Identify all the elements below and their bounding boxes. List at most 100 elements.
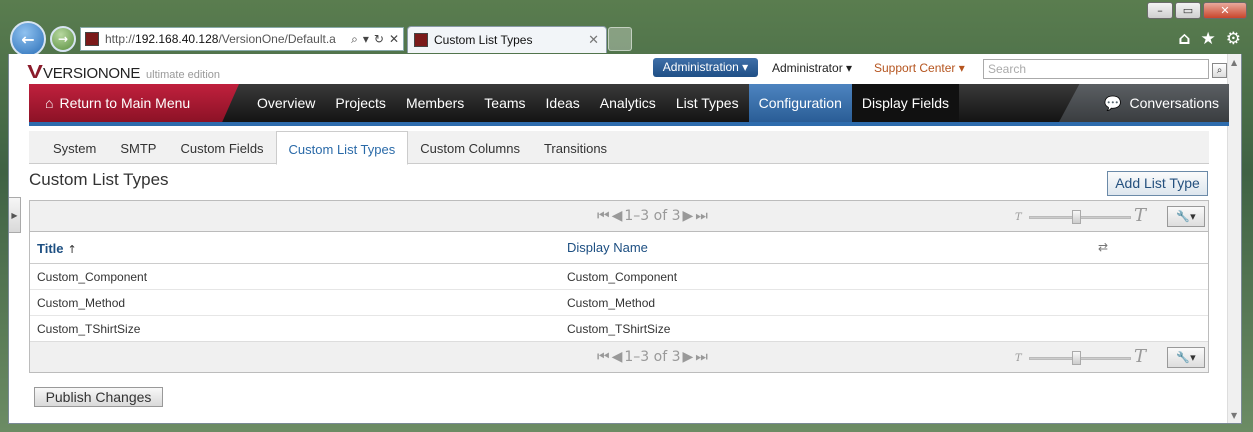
user-menu[interactable]: Administrator ▾ — [772, 61, 852, 75]
nav-list-types[interactable]: List Types — [666, 84, 749, 122]
add-list-type-button[interactable]: Add List Type — [1107, 171, 1208, 196]
text-size-large-icon: T — [1134, 205, 1147, 226]
home-icon: ⌂ — [45, 95, 54, 111]
close-window-button[interactable]: ✕ — [1203, 2, 1247, 19]
table-row[interactable]: Custom_TShirtSize Custom_TShirtSize — [30, 316, 1208, 342]
back-arrow-icon: ← — [21, 29, 35, 49]
refresh-icon[interactable]: ↻ — [374, 32, 384, 47]
grid-tools-dropdown[interactable]: 🔧▾ — [1167, 206, 1205, 227]
tab-custom-columns[interactable]: Custom Columns — [408, 131, 532, 163]
site-favicon-icon — [85, 32, 99, 46]
nav-members[interactable]: Members — [396, 84, 474, 122]
tab-smtp[interactable]: SMTP — [108, 131, 168, 163]
web-page: ▶ ▲ ▼ V VERSIONONE ultimate edition Admi… — [8, 54, 1242, 424]
next-page-icon[interactable]: ▶ — [683, 208, 694, 224]
browser-tab[interactable]: Custom List Types ✕ — [407, 26, 607, 53]
administration-button[interactable]: Administration ▾ — [653, 58, 758, 77]
nav-configuration[interactable]: Configuration — [748, 84, 852, 122]
new-tab-button[interactable] — [608, 27, 632, 51]
support-center-menu[interactable]: Support Center ▾ — [874, 61, 965, 75]
sort-ascending-icon: ↑ — [67, 243, 77, 256]
browser-window: – ▭ ✕ ← → http://192.168.40.128/VersionO… — [0, 0, 1253, 432]
publish-changes-button[interactable]: Publish Changes — [34, 387, 163, 407]
scrollbar[interactable]: ▲ ▼ — [1227, 54, 1241, 423]
tab-custom-fields[interactable]: Custom Fields — [168, 131, 275, 163]
tab-favicon-icon — [414, 33, 428, 47]
table-row[interactable]: Custom_Component Custom_Component — [30, 264, 1208, 290]
grid-tools-dropdown[interactable]: 🔧▾ — [1167, 347, 1205, 368]
back-button[interactable]: ← — [10, 21, 46, 57]
home-icon[interactable]: ⌂ — [1178, 29, 1190, 49]
pager-text: 1–3 of 3 — [624, 208, 681, 224]
prev-page-icon[interactable]: ◀ — [612, 349, 623, 365]
first-page-icon[interactable]: ⏮ — [597, 208, 610, 224]
window-controls: – ▭ ✕ — [1147, 2, 1247, 19]
search-icon[interactable]: ⌕ — [351, 32, 358, 47]
forward-button[interactable]: → — [50, 26, 76, 52]
prev-page-icon[interactable]: ◀ — [612, 208, 623, 224]
wrench-icon: 🔧▾ — [1176, 210, 1196, 223]
config-subnav: System SMTP Custom Fields Custom List Ty… — [29, 131, 1209, 165]
tab-system[interactable]: System — [29, 131, 108, 163]
text-size-small-icon: T — [1015, 353, 1022, 364]
column-chooser-icon[interactable]: ⇄ — [1098, 240, 1108, 254]
tab-title: Custom List Types — [434, 33, 533, 47]
minimize-button[interactable]: – — [1147, 2, 1173, 19]
nav-accent-strip — [29, 122, 1229, 126]
scroll-up-icon[interactable]: ▲ — [1231, 58, 1237, 67]
search-button[interactable]: ⌕ — [1212, 63, 1227, 78]
text-size-small-icon: T — [1015, 212, 1022, 223]
cell-title: Custom_Component — [37, 270, 148, 284]
stop-icon[interactable]: ✕ — [389, 32, 399, 47]
address-bar[interactable]: http://192.168.40.128/VersionOne/Default… — [80, 27, 404, 51]
column-display-name[interactable]: Display Name — [567, 240, 648, 255]
browser-tools: ⌂ ★ ⚙ — [1178, 29, 1241, 49]
last-page-icon[interactable]: ⏭ — [695, 208, 708, 224]
slider-handle[interactable] — [1072, 351, 1081, 365]
pager-top: ⏮ ◀ 1–3 of 3 ▶ ⏭ T T 🔧▾ — [30, 201, 1208, 232]
cell-display-name: Custom_Method — [567, 296, 656, 310]
nav-teams[interactable]: Teams — [474, 84, 535, 122]
slider-handle[interactable] — [1072, 210, 1081, 224]
pager-bottom: ⏮ ◀ 1–3 of 3 ▶ ⏭ T T 🔧▾ — [30, 341, 1208, 372]
nav-overview[interactable]: Overview — [247, 84, 325, 122]
nav-analytics[interactable]: Analytics — [590, 84, 666, 122]
app-topbar: V VERSIONONE ultimate edition Administra… — [9, 54, 1229, 84]
next-page-icon[interactable]: ▶ — [683, 349, 694, 365]
chevron-right-icon: ▶ — [11, 210, 18, 220]
tab-transitions[interactable]: Transitions — [532, 131, 619, 163]
page-title: Custom List Types — [29, 170, 169, 189]
nav-ideas[interactable]: Ideas — [536, 84, 590, 122]
scroll-down-icon[interactable]: ▼ — [1231, 411, 1237, 420]
chat-bubbles-icon: 💬 — [1104, 94, 1122, 111]
nav-display-fields[interactable]: Display Fields — [851, 84, 960, 122]
first-page-icon[interactable]: ⏮ — [597, 349, 610, 365]
table-row[interactable]: Custom_Method Custom_Method — [30, 290, 1208, 316]
column-title[interactable]: Title ↑ — [37, 241, 77, 256]
pager-text: 1–3 of 3 — [624, 349, 681, 365]
tab-close-icon[interactable]: ✕ — [588, 32, 599, 48]
last-page-icon[interactable]: ⏭ — [695, 349, 708, 365]
versionone-logo[interactable]: V VERSIONONE ultimate edition — [27, 62, 220, 83]
maximize-button[interactable]: ▭ — [1175, 2, 1201, 19]
nav-projects[interactable]: Projects — [325, 84, 396, 122]
dropdown-icon[interactable]: ▾ — [363, 32, 369, 47]
favorites-star-icon[interactable]: ★ — [1201, 29, 1216, 49]
text-size-large-icon: T — [1134, 346, 1147, 367]
return-to-main-menu-button[interactable]: ⌂ Return to Main Menu — [29, 84, 239, 122]
cell-title: Custom_Method — [37, 296, 126, 310]
list-types-grid: ⏮ ◀ 1–3 of 3 ▶ ⏭ T T 🔧▾ Title ↑ Display Name … — [29, 200, 1209, 373]
gear-icon[interactable]: ⚙ — [1226, 29, 1241, 49]
conversations-button[interactable]: 💬 Conversations — [1059, 84, 1229, 122]
search-input[interactable]: Search — [983, 59, 1209, 79]
tab-custom-list-types[interactable]: Custom List Types — [275, 131, 409, 165]
table-header: Title ↑ Display Name ⇄ — [30, 232, 1208, 264]
cell-title: Custom_TShirtSize — [37, 322, 141, 336]
wrench-icon: 🔧▾ — [1176, 351, 1196, 364]
side-panel-toggle[interactable]: ▶ — [9, 197, 21, 233]
logo-v-icon: V — [27, 62, 43, 82]
cell-display-name: Custom_TShirtSize — [567, 322, 671, 336]
main-nav: ⌂ Return to Main Menu Overview Projects … — [29, 84, 1229, 122]
cell-display-name: Custom_Component — [567, 270, 678, 284]
forward-arrow-icon: → — [57, 32, 69, 46]
